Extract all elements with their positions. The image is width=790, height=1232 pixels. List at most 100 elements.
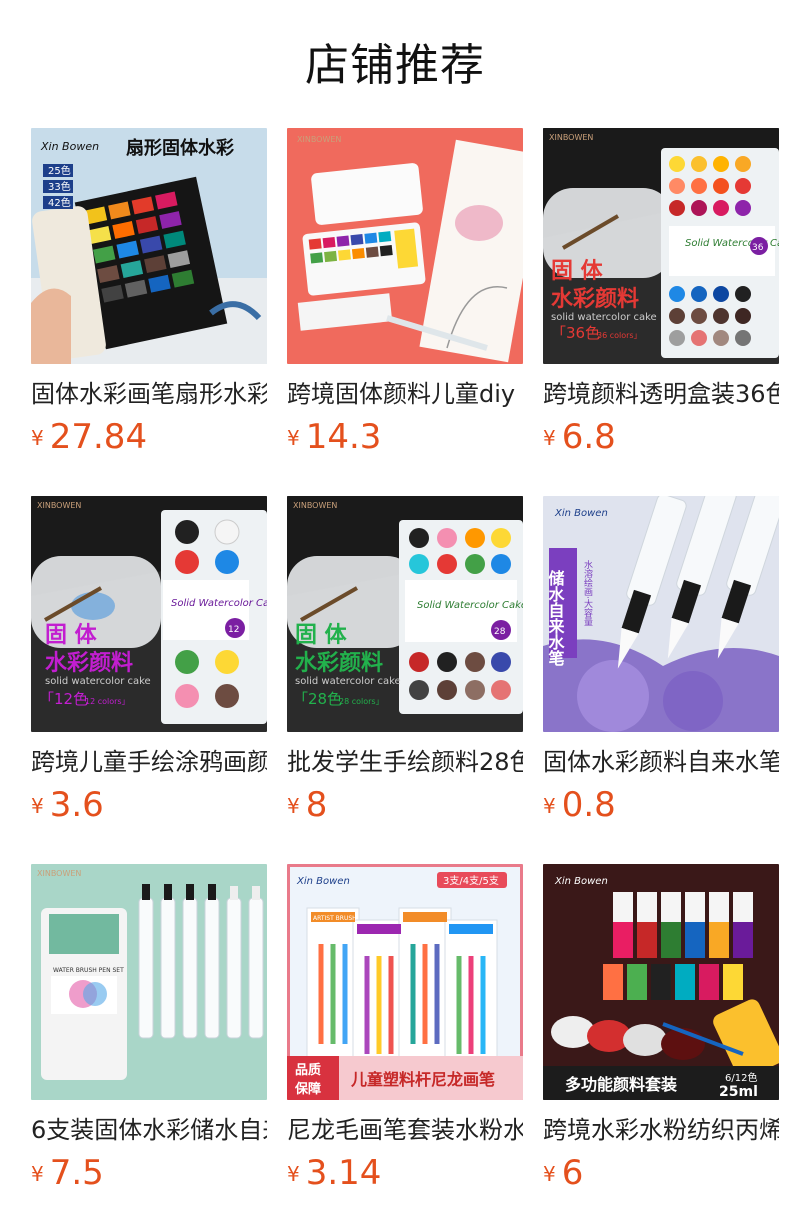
currency-symbol: ¥ xyxy=(31,1162,44,1186)
store-recommendation-page: 店铺推荐 Xin Bowen 扇形固体水彩 25色 33色 42色 固体水彩画笔… xyxy=(0,0,790,1232)
product-name[interactable]: 跨境固体颜料儿童diy xyxy=(287,378,523,412)
brand-logo: XINBOWEN xyxy=(37,501,81,510)
price-amount: 7.5 xyxy=(49,1153,104,1193)
image-banner: 儿童塑料杆尼龙画笔 xyxy=(350,1070,495,1089)
brand-logo: Xin Bowen xyxy=(554,876,608,887)
product-card[interactable]: 3支/4支/5支 ARTIST BRUSH 品质 保障 儿童塑料杆尼龙画笔 Xi… xyxy=(287,864,523,1193)
price-amount: 14.3 xyxy=(305,417,382,457)
image-headline: 固 体 xyxy=(45,623,98,648)
brand-logo: XINBOWEN xyxy=(549,133,593,142)
price-amount: 3.6 xyxy=(49,785,104,825)
brand-logo: XINBOWEN xyxy=(37,869,81,878)
currency-symbol: ¥ xyxy=(543,794,556,818)
corner-tag: 品质 xyxy=(295,1062,321,1078)
product-image[interactable]: 3支/4支/5支 ARTIST BRUSH 品质 保障 儿童塑料杆尼龙画笔 Xi… xyxy=(287,864,523,1100)
currency-symbol: ¥ xyxy=(287,426,300,450)
spec-label: 6/12色 xyxy=(725,1071,757,1084)
spec-label: 25ml xyxy=(719,1084,758,1100)
currency-symbol: ¥ xyxy=(543,1162,556,1186)
image-headline: 储水自来水笔 xyxy=(546,569,566,667)
color-count-small: 12 colors」 xyxy=(85,697,130,706)
image-headline: 水彩颜料 xyxy=(551,286,639,312)
product-name[interactable]: 固体水彩颜料自来水笔 xyxy=(543,746,779,780)
currency-symbol: ¥ xyxy=(31,794,44,818)
product-card[interactable]: WATER BRUSH PEN SET XINBOWEN 6支装固体水彩储水自来… xyxy=(31,864,267,1193)
image-subtitle: 水溶绘画·大容量 xyxy=(582,559,593,626)
color-count-badge: 42色 xyxy=(48,196,71,209)
image-headline: 水彩颜料 xyxy=(295,650,383,676)
product-price: ¥27.84 xyxy=(31,415,267,459)
brand-logo: Xin Bowen xyxy=(554,508,608,519)
pack-label: ARTIST BRUSH xyxy=(313,915,357,922)
product-image[interactable]: WATER BRUSH PEN SET XINBOWEN xyxy=(31,864,267,1100)
price-amount: 8 xyxy=(305,785,328,825)
product-price: ¥6.8 xyxy=(543,415,779,459)
brand-logo: XINBOWEN xyxy=(293,501,337,510)
box-badge: 36 xyxy=(752,243,764,253)
product-name[interactable]: 跨境颜料透明盒装36色 xyxy=(543,378,779,412)
page-title: 店铺推荐 xyxy=(305,40,485,91)
product-card[interactable]: Xin Bowen 扇形固体水彩 25色 33色 42色 固体水彩画笔扇形水彩 … xyxy=(31,128,267,457)
product-name[interactable]: 尼龙毛画笔套装水粉水彩 xyxy=(287,1114,523,1148)
product-image[interactable]: Solid Watercolor Cake 28 XINBOWEN 固 体 水彩… xyxy=(287,496,523,732)
price-amount: 6.8 xyxy=(561,417,616,457)
image-headline: 水彩颜料 xyxy=(45,650,133,676)
product-image[interactable]: XINBOWEN xyxy=(287,128,523,364)
brand-logo: Xin Bowen xyxy=(296,876,350,887)
product-price: ¥14.3 xyxy=(287,415,523,459)
price-amount: 27.84 xyxy=(49,417,148,457)
pack-label: WATER BRUSH PEN SET xyxy=(53,967,124,974)
price-amount: 3.14 xyxy=(305,1153,382,1193)
product-image[interactable]: Solid Watercolor Cake 12 XINBOWEN 固 体 水彩… xyxy=(31,496,267,732)
color-count-badge: 25色 xyxy=(48,164,71,177)
brand-logo: XINBOWEN xyxy=(297,135,341,144)
product-image[interactable]: Solid Watercolor Cake 36 XINBOWEN 固 体 水彩… xyxy=(543,128,779,364)
product-card[interactable]: Solid Watercolor Cake 12 XINBOWEN 固 体 水彩… xyxy=(31,496,267,825)
product-name[interactable]: 跨境儿童手绘涂鸦画颜料 xyxy=(31,746,267,780)
product-image[interactable]: Xin Bowen 扇形固体水彩 25色 33色 42色 xyxy=(31,128,267,364)
box-label: Solid Watercolor Cake xyxy=(171,598,267,609)
box-badge: 12 xyxy=(228,625,239,635)
image-subtitle: solid watercolor cake xyxy=(551,312,657,323)
product-card[interactable]: Solid Watercolor Cake 36 XINBOWEN 固 体 水彩… xyxy=(543,128,779,457)
product-price: ¥6 xyxy=(543,1151,779,1195)
image-headline: 固 体 xyxy=(551,259,604,284)
image-headline: 扇形固体水彩 xyxy=(126,137,234,159)
image-subtitle: solid watercolor cake xyxy=(295,676,401,687)
color-count-label: 「12色 xyxy=(39,690,88,708)
product-image[interactable]: Xin Bowen 储水自来水笔 水溶绘画·大容量 xyxy=(543,496,779,732)
currency-symbol: ¥ xyxy=(287,794,300,818)
currency-symbol: ¥ xyxy=(543,426,556,450)
product-price: ¥0.8 xyxy=(543,783,779,827)
color-count-label: 「28色 xyxy=(293,690,342,708)
product-price: ¥3.6 xyxy=(31,783,267,827)
box-badge: 28 xyxy=(494,627,506,637)
image-headline: 固 体 xyxy=(295,623,348,648)
color-count-badge: 33色 xyxy=(48,180,71,193)
product-name[interactable]: 跨境水彩水粉纺织丙烯颜料 xyxy=(543,1114,779,1148)
color-count-small: 28 colors」 xyxy=(339,697,384,706)
brand-logo: Xin Bowen xyxy=(40,140,99,153)
image-tag: 3支/4支/5支 xyxy=(443,875,499,887)
product-card[interactable]: XINBOWEN 跨境固体颜料儿童diy ¥14.3 xyxy=(287,128,523,457)
product-card[interactable]: Xin Bowen 储水自来水笔 水溶绘画·大容量 固体水彩颜料自来水笔 ¥0.… xyxy=(543,496,779,825)
image-subtitle: solid watercolor cake xyxy=(45,676,151,687)
product-image[interactable]: 多功能颜料套装 6/12色 25ml Xin Bowen xyxy=(543,864,779,1100)
color-count-small: 36 colors」 xyxy=(597,331,642,340)
currency-symbol: ¥ xyxy=(287,1162,300,1186)
image-banner: 多功能颜料套装 xyxy=(565,1075,677,1094)
product-price: ¥3.14 xyxy=(287,1151,523,1195)
product-name[interactable]: 6支装固体水彩储水自来水笔 xyxy=(31,1114,267,1148)
product-card[interactable]: Solid Watercolor Cake 28 XINBOWEN 固 体 水彩… xyxy=(287,496,523,825)
product-price: ¥8 xyxy=(287,783,523,827)
price-amount: 6 xyxy=(561,1153,584,1193)
product-price: ¥7.5 xyxy=(31,1151,267,1195)
product-name[interactable]: 批发学生手绘颜料28色 xyxy=(287,746,523,780)
product-name[interactable]: 固体水彩画笔扇形水彩 xyxy=(31,378,267,412)
box-label: Solid Watercolor Cake xyxy=(417,600,523,611)
price-amount: 0.8 xyxy=(561,785,616,825)
currency-symbol: ¥ xyxy=(31,426,44,450)
corner-tag: 保障 xyxy=(294,1081,321,1097)
color-count-label: 「36色 xyxy=(551,324,600,342)
product-card[interactable]: 多功能颜料套装 6/12色 25ml Xin Bowen 跨境水彩水粉纺织丙烯颜… xyxy=(543,864,779,1193)
